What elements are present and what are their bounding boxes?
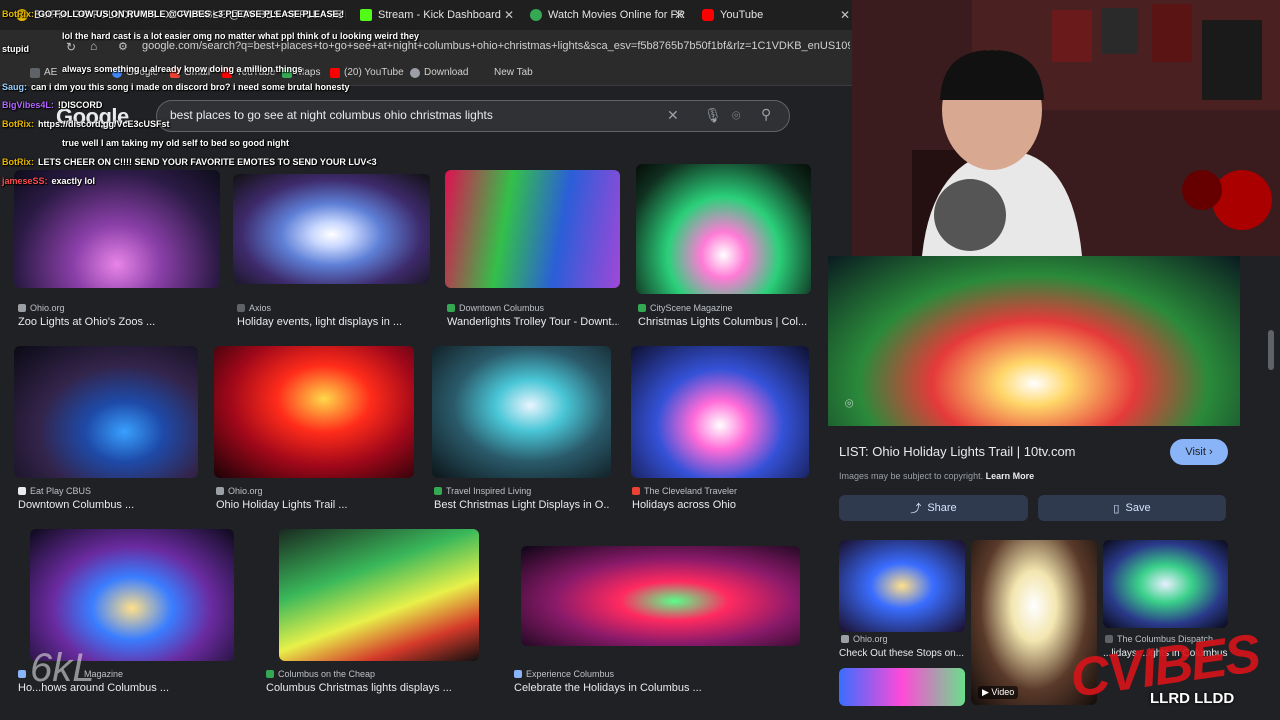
signature-mark: 6kL: [30, 646, 95, 690]
site-favicon-icon: [216, 487, 224, 495]
result-title[interactable]: Holiday events, light displays in ...: [237, 316, 432, 328]
chat-message: BotRix: GO FOLLOW US ON RUMBLE @CVIBES <3…: [2, 9, 345, 19]
tab-label: Stream - Kick Dashboard: [378, 9, 501, 21]
result-source: CityScene Magazine: [638, 303, 733, 313]
site-favicon-icon: [841, 635, 849, 643]
preview-image[interactable]: [828, 256, 1240, 426]
learn-more-link[interactable]: Learn More: [986, 471, 1035, 481]
visit-button[interactable]: Visit ›: [1170, 439, 1228, 465]
bookmark-download[interactable]: Download: [410, 67, 468, 78]
globe-icon: [410, 67, 420, 78]
site-favicon-icon: [447, 304, 455, 312]
chat-message: BotRix: https://discord.gg/VcE3cUSFst: [2, 119, 170, 129]
bookmark-youtube-20[interactable]: (20) YouTube: [330, 67, 404, 78]
result-source: Axios: [237, 303, 271, 313]
result-title[interactable]: Columbus Christmas lights displays ...: [266, 682, 481, 694]
lens-icon[interactable]: ⌾: [845, 395, 853, 412]
related-title[interactable]: Check Out these Stops on...: [839, 648, 967, 659]
chat-message: stupid: [2, 44, 29, 54]
video-badge: ▶ Video: [978, 686, 1019, 699]
stream-brand-text: LLRD LLDD: [1150, 690, 1235, 707]
chat-message: BigVibes4L: !DISCORD: [2, 100, 103, 110]
share-icon: ⤴: [910, 503, 922, 515]
result-source: Ohio.org: [18, 303, 65, 313]
result-source: Downtown Columbus: [447, 303, 544, 313]
result-title[interactable]: Best Christmas Light Displays in O...: [434, 499, 610, 511]
site-favicon-icon: [18, 487, 26, 495]
tab-youtube[interactable]: YouTube ✕: [702, 4, 852, 26]
chat-message: jameseSS: exactly lol: [2, 176, 96, 186]
site-favicon-icon: [18, 670, 26, 678]
result-title[interactable]: Ohio Holiday Lights Trail ...: [216, 499, 414, 511]
search-icon[interactable]: ⚲: [761, 106, 771, 123]
site-favicon-icon: [266, 670, 274, 678]
bookmark-new-tab[interactable]: New Tab: [494, 67, 533, 78]
result-source: Columbus on the Cheap: [266, 669, 375, 679]
result-image[interactable]: [30, 529, 234, 661]
site-favicon-icon: [434, 487, 442, 495]
play-icon: [530, 9, 542, 21]
tab-movies[interactable]: Watch Movies Online for FREE ✕: [530, 4, 686, 26]
result-image[interactable]: [14, 346, 198, 478]
result-source: Travel Inspired Living: [434, 486, 531, 496]
chat-message: lol the hard cast is a lot easier omg no…: [62, 31, 420, 41]
tab-close-icon[interactable]: ✕: [504, 8, 514, 22]
result-title[interactable]: Holidays across Ohio: [632, 499, 808, 511]
tab-close-icon[interactable]: ✕: [674, 8, 684, 22]
result-image[interactable]: [279, 529, 479, 661]
result-source: The Cleveland Traveler: [632, 486, 737, 496]
site-favicon-icon: [18, 304, 26, 312]
related-source: Ohio.org: [841, 634, 888, 644]
result-image[interactable]: [214, 346, 414, 478]
site-favicon-icon: [514, 670, 522, 678]
chat-message: always something u already know doing a …: [62, 64, 303, 74]
result-title[interactable]: Wanderlights Trolley Tour - Downt...: [447, 316, 619, 328]
share-button[interactable]: ⤴ Share: [839, 495, 1028, 521]
tab-label: YouTube: [720, 9, 764, 21]
clear-search-icon[interactable]: ✕: [667, 107, 679, 124]
youtube-icon: [330, 67, 340, 78]
chat-message: true well I am taking my old self to bed…: [62, 138, 290, 148]
tab-label: Watch Movies Online for FREE: [548, 9, 686, 21]
result-image[interactable]: [445, 170, 620, 288]
result-image[interactable]: [432, 346, 611, 478]
result-source: Experience Columbus: [514, 669, 614, 679]
bookmark-icon: ▯: [1113, 502, 1120, 515]
copyright-notice: Images may be subject to copyright. Lear…: [839, 471, 1035, 481]
result-title[interactable]: Celebrate the Holidays in Columbus ...: [514, 682, 724, 694]
result-title[interactable]: Downtown Columbus ...: [18, 499, 198, 511]
result-source: Ohio.org: [216, 486, 263, 496]
result-image[interactable]: [521, 546, 800, 646]
result-image[interactable]: [636, 164, 811, 294]
microphone-icon[interactable]: 🎙: [704, 107, 722, 124]
result-image[interactable]: [233, 174, 430, 284]
save-button[interactable]: ▯ Save: [1038, 495, 1226, 521]
site-favicon-icon: [638, 304, 646, 312]
webcam-feed: [852, 0, 1280, 256]
lens-icon[interactable]: ⌾: [732, 107, 740, 124]
result-title[interactable]: Zoo Lights at Ohio's Zoos ...: [18, 316, 218, 328]
home-icon[interactable]: ⌂: [90, 39, 97, 53]
site-favicon-icon: [237, 304, 245, 312]
scrollbar[interactable]: [1268, 330, 1274, 370]
preview-title[interactable]: LIST: Ohio Holiday Lights Trail | 10tv.c…: [839, 444, 1076, 459]
related-image[interactable]: [1103, 540, 1228, 628]
site-favicon-icon: [632, 487, 640, 495]
search-query-text[interactable]: best places to go see at night columbus …: [170, 108, 493, 122]
url-text[interactable]: google.com/search?q=best+places+to+go+se…: [142, 40, 850, 52]
tab-kick-dashboard[interactable]: Stream - Kick Dashboard ✕: [360, 4, 516, 26]
reload-icon[interactable]: ↻: [66, 40, 76, 54]
result-source: Eat Play CBUS: [18, 486, 91, 496]
kick-icon: [360, 9, 372, 21]
tab-close-icon[interactable]: ✕: [840, 8, 850, 22]
result-image[interactable]: [14, 170, 220, 288]
youtube-icon: [702, 9, 714, 21]
result-title[interactable]: Christmas Lights Columbus | Col...: [638, 316, 808, 328]
related-image[interactable]: [839, 668, 965, 706]
related-image[interactable]: [839, 540, 965, 632]
chat-message: BotRix: LETS CHEER ON C!!!! SEND YOUR FAV…: [2, 157, 377, 167]
chat-message: Saug: can i dm you this song i made on di…: [2, 82, 350, 92]
site-info-icon[interactable]: ⚙: [118, 40, 128, 53]
result-image[interactable]: [631, 346, 809, 478]
